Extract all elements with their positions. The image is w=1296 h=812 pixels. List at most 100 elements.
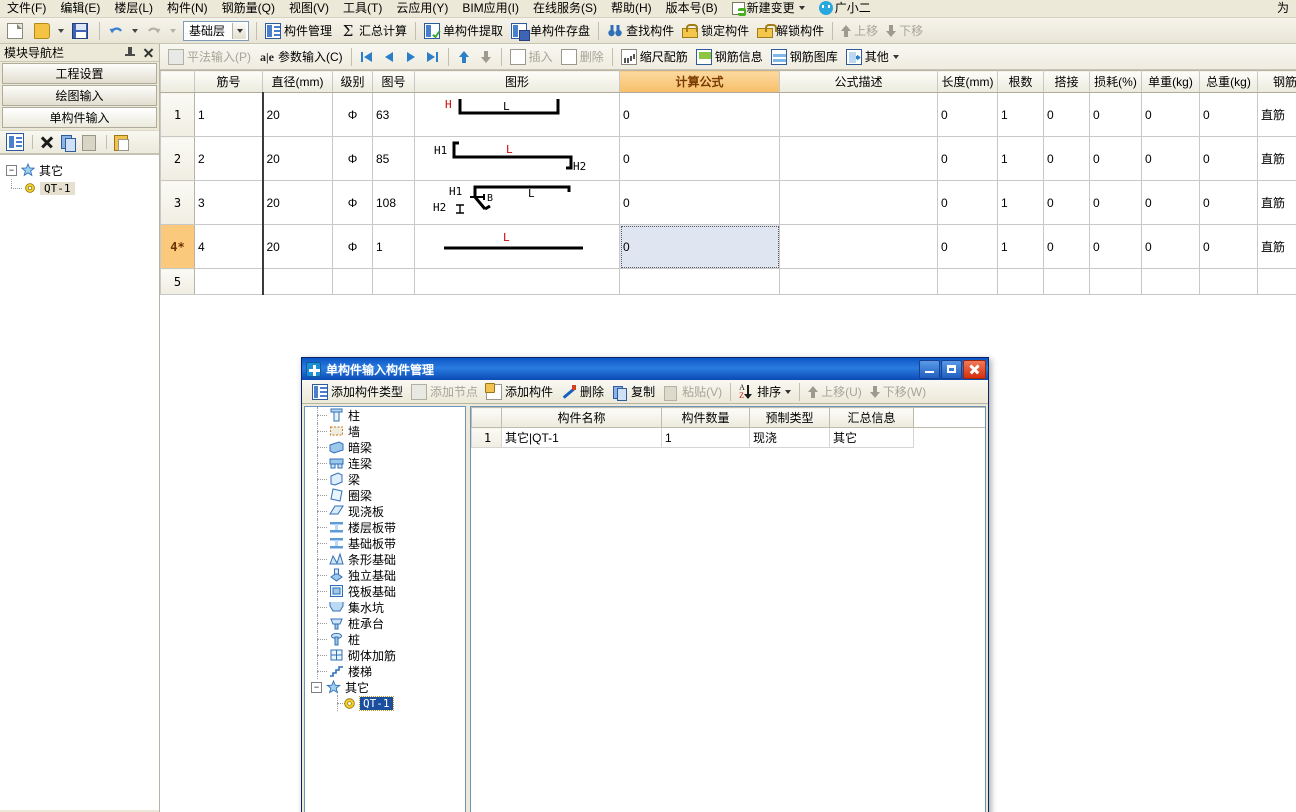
- dialog-tree-item-hidden-beam[interactable]: 暗梁: [305, 439, 465, 455]
- cell-zhijing[interactable]: 20: [261, 224, 333, 269]
- dialog-tree-item-floor-band[interactable]: 楼层板带: [305, 519, 465, 535]
- minimize-button[interactable]: [919, 359, 940, 379]
- open-file-button[interactable]: [30, 20, 57, 42]
- cell-gangjinguilei[interactable]: 直筋: [1257, 224, 1296, 269]
- cell-shape-row2[interactable]: H1 H2 L: [414, 136, 620, 181]
- close-icon[interactable]: [142, 47, 154, 59]
- dialog-tree-item-other[interactable]: − 其它: [305, 679, 465, 695]
- dialog-delete-button[interactable]: 删除: [557, 381, 608, 403]
- cell-gongshimiaoshu[interactable]: [779, 224, 938, 269]
- cell-gongshimiaoshu[interactable]: [779, 180, 938, 225]
- menu-item-floor[interactable]: 楼层(L): [107, 0, 160, 17]
- cell-zongzhong[interactable]: 0: [1199, 92, 1258, 137]
- row-header[interactable]: 2: [160, 136, 195, 181]
- cell-gangjinguilei[interactable]: 直筋: [1257, 92, 1296, 137]
- lock-component-button[interactable]: 锁定构件: [678, 20, 753, 42]
- cell-jinhao[interactable]: 3: [194, 180, 263, 225]
- menu-item-version[interactable]: 版本号(B): [659, 0, 725, 17]
- cell-gongshimiaoshu[interactable]: [779, 268, 938, 295]
- dialog-tree-item-pile[interactable]: 桩: [305, 631, 465, 647]
- cell-danzhong[interactable]: 0: [1141, 92, 1200, 137]
- cell-danzhong[interactable]: 0: [1141, 136, 1200, 181]
- cell-zongzhong[interactable]: 0: [1199, 136, 1258, 181]
- dialog-tree-item-sump[interactable]: 集水坑: [305, 599, 465, 615]
- tree-node-other[interactable]: − 其它: [6, 161, 159, 179]
- cell-genshu[interactable]: 1: [997, 224, 1044, 269]
- properties-icon[interactable]: [6, 133, 24, 151]
- col-header-sunhao[interactable]: 损耗(%): [1089, 70, 1142, 93]
- cell-sunhao[interactable]: 0: [1089, 224, 1142, 269]
- col-header-dajie[interactable]: 搭接: [1043, 70, 1090, 93]
- nav-last-button[interactable]: [425, 49, 441, 65]
- dialog-tree-item-isolated-foundation[interactable]: 独立基础: [305, 567, 465, 583]
- tree-expander-icon[interactable]: −: [6, 164, 17, 176]
- cell-dajie[interactable]: 0: [1043, 180, 1090, 225]
- list-col-header-precast[interactable]: 预制类型: [749, 407, 830, 428]
- dialog-copy-button[interactable]: 复制: [608, 381, 659, 403]
- copy-icon[interactable]: [59, 133, 77, 152]
- cell-shape-row1[interactable]: H L: [414, 92, 620, 137]
- tree-node-qt1[interactable]: QT-1: [6, 179, 159, 197]
- col-header-danzhong[interactable]: 单重(kg): [1141, 70, 1200, 93]
- param-input-button[interactable]: a|e 参数输入(C): [255, 46, 347, 68]
- cell-jisuangongshi[interactable]: 0: [619, 180, 780, 225]
- menu-item-view[interactable]: 视图(V): [282, 0, 336, 17]
- cell-tuhao[interactable]: [372, 268, 415, 295]
- col-header-genshu[interactable]: 根数: [997, 70, 1044, 93]
- add-component-button[interactable]: 添加构件: [482, 381, 557, 403]
- dialog-titlebar[interactable]: 单构件输入构件管理: [302, 358, 988, 380]
- row-up-button[interactable]: [456, 49, 472, 65]
- component-manage-button[interactable]: 构件管理: [261, 20, 336, 42]
- maximize-button[interactable]: [941, 359, 962, 379]
- list-col-header-name[interactable]: 构件名称: [501, 407, 662, 428]
- cell-zongzhong[interactable]: 0: [1199, 224, 1258, 269]
- cell-gangjinguilei[interactable]: [1257, 268, 1296, 295]
- single-extract-button[interactable]: 单构件提取: [420, 20, 507, 42]
- unlock-component-button[interactable]: 解锁构件: [753, 20, 828, 42]
- rebar-info-button[interactable]: 钢筋信息: [692, 46, 767, 68]
- cell-gongshimiaoshu[interactable]: [779, 136, 938, 181]
- col-header-zhijing[interactable]: 直径(mm): [262, 70, 333, 93]
- row-header[interactable]: 4*: [160, 224, 195, 269]
- cell-shape-row3[interactable]: H1 H2 B L: [414, 180, 620, 225]
- menu-item-online-service[interactable]: 在线服务(S): [526, 0, 604, 17]
- menu-item-component[interactable]: 构件(N): [160, 0, 215, 17]
- chevron-down-icon[interactable]: [785, 389, 792, 394]
- cell-gangjinguilei[interactable]: 直筋: [1257, 136, 1296, 181]
- table-row[interactable]: 5: [160, 268, 1296, 295]
- new-change-button[interactable]: 新建变更: [725, 0, 812, 17]
- menu-item-file[interactable]: 文件(F): [0, 0, 53, 17]
- cell-zhijing[interactable]: 20: [261, 180, 333, 225]
- row-header[interactable]: 3: [160, 180, 195, 225]
- cell-changdu[interactable]: 0: [937, 92, 998, 137]
- user-account[interactable]: 广小二: [812, 0, 878, 17]
- table-row[interactable]: 2 2 20 Φ 85 H1 H2 L 0 0 1 0 0 0 0 直筋: [160, 136, 1296, 181]
- dialog-tree-item-qt1[interactable]: QT-1: [305, 695, 465, 711]
- paste-special-icon[interactable]: [112, 133, 130, 151]
- cell-sunhao[interactable]: 0: [1089, 180, 1142, 225]
- dialog-tree-item-stair[interactable]: 楼梯: [305, 663, 465, 679]
- delete-icon[interactable]: [38, 133, 56, 151]
- cell-genshu[interactable]: 1: [997, 180, 1044, 225]
- table-row[interactable]: 4* 4 20 Φ 1 L 0 0 1 0 0 0 0 直筋: [160, 224, 1296, 269]
- undo-dropdown-icon[interactable]: [132, 28, 138, 33]
- col-header-jibie[interactable]: 级别: [332, 70, 373, 93]
- dialog-tree-item-strip-foundation[interactable]: 条形基础: [305, 551, 465, 567]
- menu-item-edit[interactable]: 编辑(E): [53, 0, 107, 17]
- list-cell-name[interactable]: 其它|QT-1: [501, 427, 662, 448]
- cell-jisuangongshi[interactable]: [619, 268, 780, 295]
- cell-jinhao[interactable]: [194, 268, 263, 295]
- dialog-tree-item-pile-cap[interactable]: 桩承台: [305, 615, 465, 631]
- cell-danzhong[interactable]: [1141, 268, 1200, 295]
- cell-dajie[interactable]: 0: [1043, 92, 1090, 137]
- cell-changdu[interactable]: [937, 268, 998, 295]
- cell-gangjinguilei[interactable]: 直筋: [1257, 180, 1296, 225]
- cell-jisuangongshi[interactable]: 0: [619, 224, 780, 269]
- dialog-tree-item-beam[interactable]: 梁: [305, 471, 465, 487]
- cell-zongzhong[interactable]: [1199, 268, 1258, 295]
- cell-jibie[interactable]: Φ: [332, 224, 373, 269]
- dialog-tree-item-ring-beam[interactable]: 圈梁: [305, 487, 465, 503]
- dialog-sort-button[interactable]: A Z 排序: [735, 381, 795, 403]
- cell-shape-row4[interactable]: L: [414, 224, 620, 269]
- col-header-jisuangongshi[interactable]: 计算公式: [619, 70, 780, 93]
